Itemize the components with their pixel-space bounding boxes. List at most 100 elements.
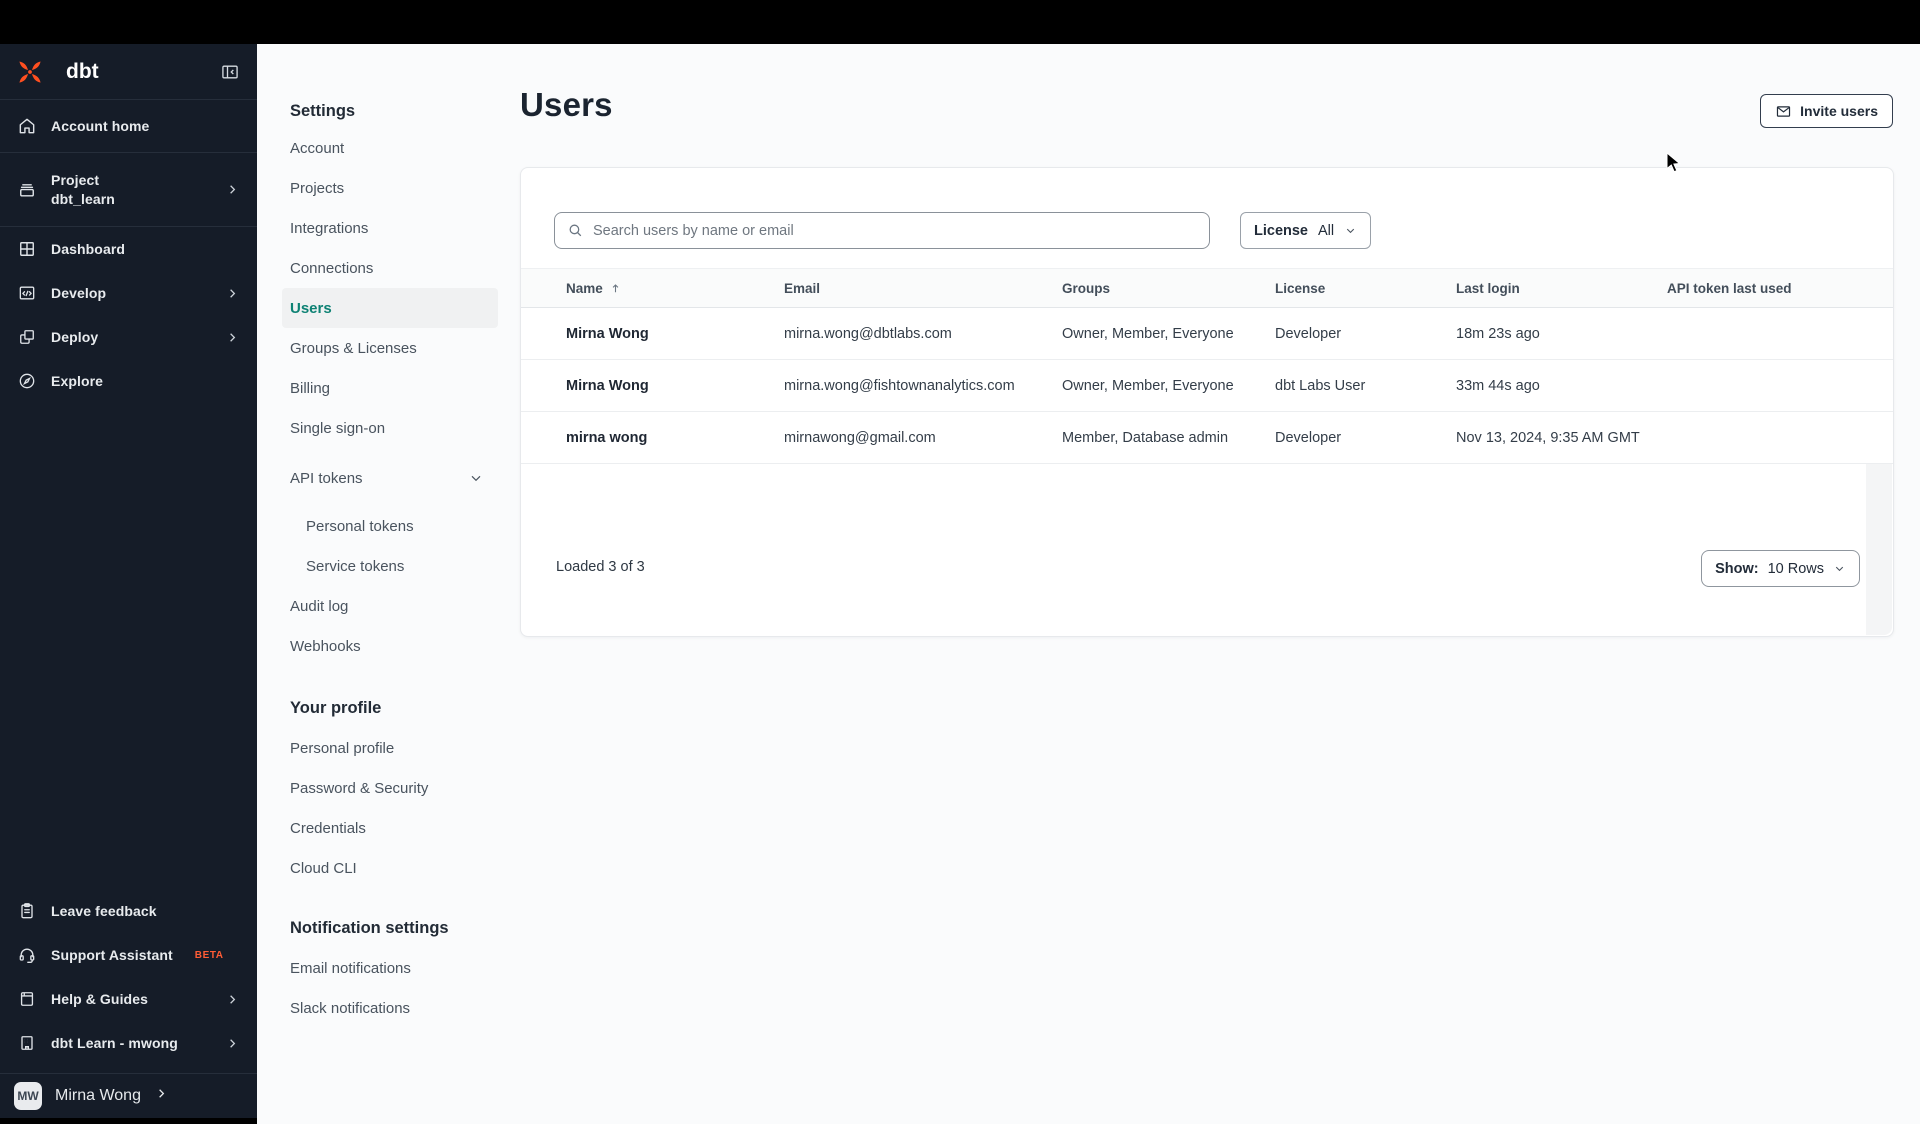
column-header-api-token[interactable]: API token last used bbox=[1667, 281, 1863, 296]
cell-email: mirna.wong@fishtownanalytics.com bbox=[784, 377, 1015, 394]
sidebar-bottom-group: Leave feedback Support Assistant BETA He… bbox=[0, 889, 257, 1118]
sidebar-item-label: Deploy bbox=[51, 329, 99, 345]
settings-nav-slack-notifications[interactable]: Slack notifications bbox=[282, 988, 498, 1028]
license-filter-label: License bbox=[1254, 222, 1308, 239]
sidebar-item-label: Explore bbox=[51, 373, 104, 389]
avatar: MW bbox=[14, 1082, 42, 1110]
sidebar-item-account-home[interactable]: Account home bbox=[0, 100, 257, 153]
column-header-name[interactable]: Name bbox=[566, 281, 784, 296]
cell-name: Mirna Wong bbox=[566, 325, 649, 342]
sidebar-item-label: dbt Learn - mwong bbox=[51, 1035, 178, 1051]
sidebar-item-dashboard[interactable]: Dashboard bbox=[0, 227, 257, 271]
sidebar-item-develop[interactable]: Develop bbox=[0, 271, 257, 315]
chevron-down-icon bbox=[1344, 224, 1357, 237]
sidebar-item-help-guides[interactable]: Help & Guides bbox=[0, 977, 257, 1021]
cell-last-login: Nov 13, 2024, 9:35 AM GMT bbox=[1456, 429, 1640, 446]
invite-users-button[interactable]: Invite users bbox=[1760, 94, 1893, 128]
beta-badge: BETA bbox=[194, 949, 224, 961]
column-header-groups[interactable]: Groups bbox=[1062, 281, 1275, 296]
building-icon bbox=[17, 1033, 37, 1053]
sidebar-item-deploy[interactable]: Deploy bbox=[0, 315, 257, 359]
settings-nav-groups-licenses[interactable]: Groups & Licenses bbox=[282, 328, 498, 368]
cell-name: Mirna Wong bbox=[566, 377, 649, 394]
license-filter-dropdown[interactable]: License All bbox=[1240, 212, 1372, 249]
sidebar-item-leave-feedback[interactable]: Leave feedback bbox=[0, 889, 257, 933]
settings-nav-api-tokens[interactable]: API tokens bbox=[282, 458, 498, 498]
collapse-sidebar-icon[interactable] bbox=[220, 62, 240, 82]
settings-nav-single-sign-on[interactable]: Single sign-on bbox=[282, 408, 498, 448]
headset-icon bbox=[17, 945, 37, 965]
chevron-right-icon bbox=[154, 1086, 169, 1106]
sidebar-item-label: Project bbox=[51, 172, 100, 188]
settings-nav-credentials[interactable]: Credentials bbox=[282, 808, 498, 848]
settings-nav-connections[interactable]: Connections bbox=[282, 248, 498, 288]
table-row[interactable]: Mirna Wong mirna.wong@dbtlabs.com Owner,… bbox=[521, 308, 1893, 360]
license-filter-value: All bbox=[1318, 222, 1335, 239]
dbt-logo-wordmark: dbt bbox=[66, 59, 99, 83]
sidebar-item-label: Develop bbox=[51, 285, 107, 301]
sidebar-item-account-switcher[interactable]: dbt Learn - mwong bbox=[0, 1021, 257, 1065]
cell-name: mirna wong bbox=[566, 429, 648, 446]
clipboard-icon bbox=[17, 901, 37, 921]
settings-nav-password-security[interactable]: Password & Security bbox=[282, 768, 498, 808]
deploy-squares-icon bbox=[17, 327, 37, 347]
sidebar-item-label: Account home bbox=[51, 118, 150, 134]
profile-section-heading: Your profile bbox=[290, 698, 382, 717]
rows-per-page-dropdown[interactable]: Show: 10 Rows bbox=[1701, 550, 1860, 587]
column-header-last-login[interactable]: Last login bbox=[1456, 281, 1667, 296]
settings-nav-email-notifications[interactable]: Email notifications bbox=[282, 948, 498, 988]
sidebar-item-label: Dashboard bbox=[51, 241, 126, 257]
users-card: License All Name Email Groups License La… bbox=[520, 167, 1894, 637]
develop-code-icon bbox=[17, 283, 37, 303]
chevron-right-icon bbox=[225, 1036, 240, 1051]
invite-users-label: Invite users bbox=[1800, 103, 1878, 119]
user-name: Mirna Wong bbox=[55, 1087, 141, 1104]
sidebar-item-explore[interactable]: Explore bbox=[0, 359, 257, 403]
settings-nav-heading: Settings bbox=[290, 101, 356, 120]
settings-nav-billing[interactable]: Billing bbox=[282, 368, 498, 408]
show-value: 10 Rows bbox=[1767, 560, 1824, 577]
home-icon bbox=[17, 116, 37, 136]
sidebar-item-label: Leave feedback bbox=[51, 903, 157, 919]
settings-nav-personal-profile[interactable]: Personal profile bbox=[282, 728, 498, 768]
settings-nav-service-tokens[interactable]: Service tokens bbox=[282, 546, 498, 586]
dbt-logo-icon[interactable] bbox=[17, 59, 43, 85]
cell-license: Developer bbox=[1275, 325, 1342, 342]
settings-nav-webhooks[interactable]: Webhooks bbox=[282, 626, 498, 666]
sidebar-item-support-assistant[interactable]: Support Assistant BETA bbox=[0, 933, 257, 977]
search-users-field bbox=[554, 212, 1210, 249]
sidebar-user-menu[interactable]: MW Mirna Wong bbox=[0, 1073, 257, 1118]
table-row[interactable]: mirna wong mirnawong@gmail.com Member, D… bbox=[521, 412, 1893, 464]
sidebar-item-project[interactable]: Project dbt_learn bbox=[0, 153, 257, 227]
sort-ascending-icon bbox=[609, 282, 622, 295]
sidebar-item-label: Support Assistant bbox=[51, 947, 173, 963]
settings-nav-users[interactable]: Users bbox=[282, 288, 498, 328]
cell-email: mirnawong@gmail.com bbox=[784, 429, 936, 446]
cell-groups: Owner, Member, Everyone bbox=[1062, 325, 1234, 342]
chevron-right-icon bbox=[225, 330, 240, 345]
settings-nav-account[interactable]: Account bbox=[282, 128, 498, 168]
search-input[interactable] bbox=[593, 222, 1197, 239]
sidebar-header: dbt bbox=[0, 44, 257, 100]
search-icon bbox=[567, 222, 584, 239]
chevron-down-icon bbox=[1833, 562, 1846, 575]
sidebar-item-label: Help & Guides bbox=[51, 991, 148, 1007]
settings-nav-cloud-cli[interactable]: Cloud CLI bbox=[282, 848, 498, 888]
settings-nav-integrations[interactable]: Integrations bbox=[282, 208, 498, 248]
app-window: dbt Account home Project dbt_learn Dashb… bbox=[0, 0, 1920, 1124]
notification-section-heading: Notification settings bbox=[290, 918, 449, 937]
settings-nav-personal-tokens[interactable]: Personal tokens bbox=[282, 506, 498, 546]
column-header-email[interactable]: Email bbox=[784, 281, 1062, 296]
chevron-right-icon bbox=[225, 182, 240, 197]
chevron-down-icon bbox=[468, 470, 484, 486]
settings-nav-item-label: API tokens bbox=[290, 469, 363, 487]
table-row[interactable]: Mirna Wong mirna.wong@fishtownanalytics.… bbox=[521, 360, 1893, 412]
cell-email: mirna.wong@dbtlabs.com bbox=[784, 325, 952, 342]
settings-nav-projects[interactable]: Projects bbox=[282, 168, 498, 208]
show-label: Show: bbox=[1715, 560, 1759, 577]
top-bar bbox=[0, 0, 1920, 44]
column-header-license[interactable]: License bbox=[1275, 281, 1456, 296]
settings-nav-audit-log[interactable]: Audit log bbox=[282, 586, 498, 626]
envelope-icon bbox=[1775, 103, 1792, 120]
chevron-right-icon bbox=[225, 992, 240, 1007]
